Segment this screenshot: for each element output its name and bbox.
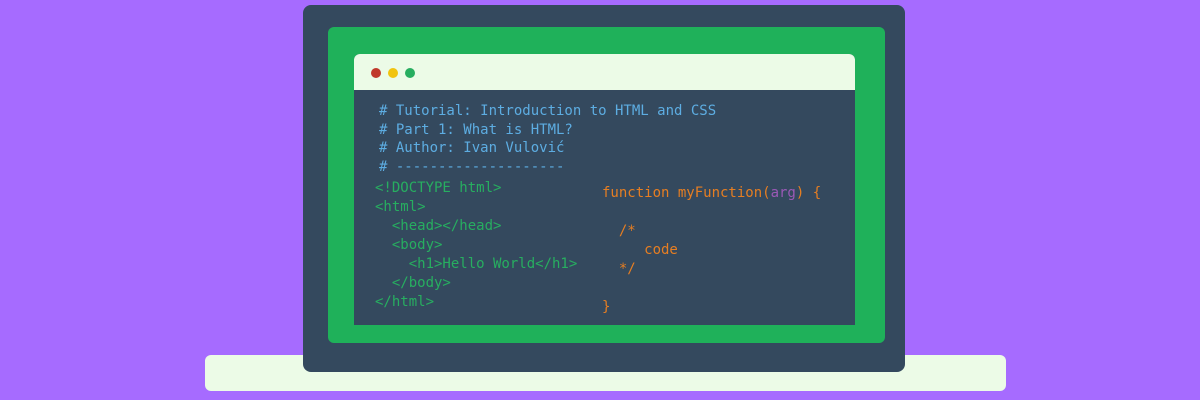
html-line: </body> bbox=[375, 275, 451, 291]
js-code-block: function myFunction(arg) { /* code */} bbox=[602, 184, 821, 317]
html-line: <html> bbox=[375, 199, 426, 215]
js-line: */ bbox=[602, 261, 636, 277]
js-function-keyword: function myFunction( bbox=[602, 185, 771, 201]
js-line-function: function myFunction(arg) { bbox=[602, 184, 821, 203]
js-function-arg: arg bbox=[770, 185, 796, 201]
js-line bbox=[602, 279, 821, 298]
js-function-brace: ) { bbox=[795, 185, 822, 201]
html-line: <h1>Hello World</h1> bbox=[375, 256, 578, 272]
comment-block: # Tutorial: Introduction to HTML and CSS… bbox=[379, 102, 716, 176]
html-line: <head></head> bbox=[375, 218, 502, 234]
comment-line: # Author: Ivan Vulović bbox=[379, 140, 565, 156]
code-editor-window: # Tutorial: Introduction to HTML and CSS… bbox=[354, 54, 855, 325]
laptop: # Tutorial: Introduction to HTML and CSS… bbox=[303, 5, 905, 372]
laptop-screen: # Tutorial: Introduction to HTML and CSS… bbox=[328, 27, 885, 343]
js-line: /* bbox=[602, 223, 636, 239]
js-line: code bbox=[602, 242, 678, 258]
html-line: <body> bbox=[375, 237, 443, 253]
comment-line: # -------------------- bbox=[379, 158, 565, 175]
html-line: <!DOCTYPE html> bbox=[375, 180, 502, 196]
js-line bbox=[602, 203, 821, 222]
maximize-dot-icon[interactable] bbox=[405, 68, 415, 78]
close-dot-icon[interactable] bbox=[371, 68, 381, 78]
html-code-block: <!DOCTYPE html> <html> <head></head> <bod… bbox=[375, 179, 577, 312]
comment-line: # Part 1: What is HTML? bbox=[379, 121, 573, 138]
html-line: </html> bbox=[375, 294, 435, 310]
window-titlebar bbox=[354, 54, 855, 90]
comment-line: # Tutorial: Introduction to HTML and CSS bbox=[379, 103, 717, 119]
minimize-dot-icon[interactable] bbox=[388, 68, 398, 78]
js-line: } bbox=[602, 299, 611, 315]
